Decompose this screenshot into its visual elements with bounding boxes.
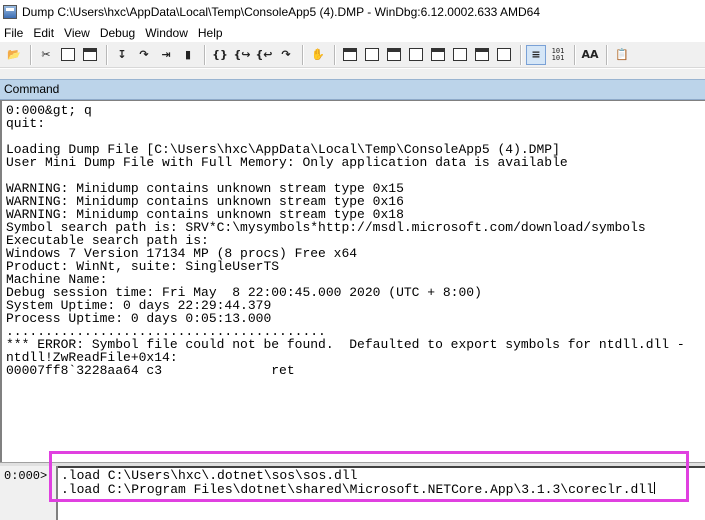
- toolbar: 📂 ✂ ↧ ↷ ⇥ ▮ {} {↪ {↩ ↷ ✋ ≡ 101 101 AA 📋: [0, 42, 705, 68]
- paste-icon[interactable]: [80, 45, 100, 65]
- options-icon[interactable]: 📋: [612, 45, 632, 65]
- toolbar-separator: [574, 44, 576, 65]
- toolbar-separator: [106, 44, 108, 65]
- step-over-icon[interactable]: ↷: [134, 45, 154, 65]
- watch-window-icon[interactable]: [362, 45, 382, 65]
- memory-window-icon[interactable]: [428, 45, 448, 65]
- step-out-icon[interactable]: {}: [210, 45, 230, 65]
- command-input[interactable]: .load C:\Users\hxc\.dotnet\sos\sos.dll .…: [58, 466, 705, 520]
- command-output-text: 0:000&gt; q quit: Loading Dump File [C:\…: [6, 103, 685, 378]
- text-caret: [653, 482, 655, 494]
- command-prompt: 0:000>: [4, 469, 48, 483]
- menu-help[interactable]: Help: [193, 26, 228, 40]
- menu-window[interactable]: Window: [140, 26, 193, 40]
- toolbar-separator: [30, 44, 32, 65]
- toolbar-separator: [520, 44, 522, 65]
- font-icon[interactable]: AA: [580, 45, 600, 65]
- menu-view[interactable]: View: [59, 26, 95, 40]
- toolbar-gap: [0, 69, 705, 79]
- prompt-area: 0:000>: [0, 466, 58, 520]
- command-input-text: .load C:\Users\hxc\.dotnet\sos\sos.dll .…: [58, 468, 705, 496]
- copy-icon[interactable]: [58, 45, 78, 65]
- toolbar-separator: [334, 44, 336, 65]
- toolbar-separator: [302, 44, 304, 65]
- command-input-value: .load C:\Users\hxc\.dotnet\sos\sos.dll .…: [61, 468, 654, 497]
- run-to-cursor-icon[interactable]: {↪: [232, 45, 252, 65]
- command-window-icon[interactable]: [340, 45, 360, 65]
- menu-edit[interactable]: Edit: [28, 26, 59, 40]
- windbg-app-icon: [3, 5, 17, 19]
- registers-window-icon[interactable]: [406, 45, 426, 65]
- hand-icon[interactable]: ✋: [308, 45, 328, 65]
- toolbar-separator: [606, 44, 608, 65]
- menu-file[interactable]: File: [0, 26, 28, 40]
- hex-mode-icon[interactable]: 101 101: [548, 45, 568, 65]
- scratch-pad-icon[interactable]: [494, 45, 514, 65]
- command-output[interactable]: 0:000&gt; q quit: Loading Dump File [C:\…: [0, 100, 705, 462]
- open-icon[interactable]: 📂: [4, 45, 24, 65]
- command-window-header[interactable]: Command: [0, 79, 705, 100]
- run-icon[interactable]: {↩: [254, 45, 274, 65]
- call-stack-icon[interactable]: [450, 45, 470, 65]
- locals-window-icon[interactable]: [384, 45, 404, 65]
- toolbar-separator: [204, 44, 206, 65]
- title-bar: Dump C:\Users\hxc\AppData\Local\Temp\Con…: [0, 0, 705, 24]
- source-mode-icon[interactable]: ≡: [526, 44, 546, 65]
- cut-icon[interactable]: ✂: [36, 45, 56, 65]
- disassembly-icon[interactable]: [472, 45, 492, 65]
- go-icon[interactable]: ⇥: [156, 45, 176, 65]
- menu-debug[interactable]: Debug: [95, 26, 140, 40]
- break-icon[interactable]: ▮: [178, 45, 198, 65]
- window-title: Dump C:\Users\hxc\AppData\Local\Temp\Con…: [22, 5, 541, 19]
- step-into-icon[interactable]: ↧: [112, 45, 132, 65]
- run-to-cursor2-icon[interactable]: ↷: [276, 45, 296, 65]
- menu-bar: File Edit View Debug Window Help: [0, 24, 705, 42]
